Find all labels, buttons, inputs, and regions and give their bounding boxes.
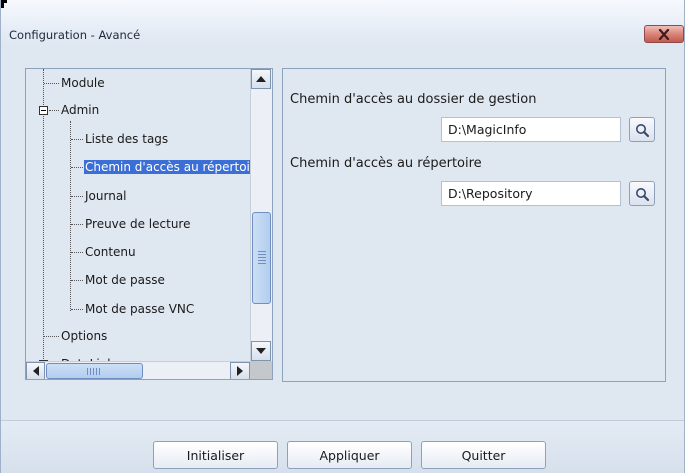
tree-item-label: Contenu [85,245,136,259]
apply-button[interactable]: Appliquer [287,441,412,469]
grip-line [90,368,91,375]
arrow-down-icon [256,348,266,354]
collapse-icon[interactable] [39,106,48,115]
tree-item-label: Mot de passe [85,273,165,287]
corner-mark [1,0,7,3]
grip-line [87,368,88,375]
tree-item-tag-list[interactable]: Liste des tags [84,129,169,149]
grip-line [258,257,266,258]
magnifier-icon [636,187,649,201]
title-bar[interactable]: Configuration - Avancé [1,0,684,44]
scroll-right-button[interactable] [230,362,250,379]
tree-item-label: Preuve de lecture [85,217,191,231]
tree-item-module[interactable]: Module [60,73,106,93]
browse-management-folder-button[interactable] [629,117,655,142]
tree-item-journal[interactable]: Journal [84,186,128,206]
grip-line [99,368,100,375]
tree-connector [44,336,59,337]
scroll-up-button[interactable] [251,69,271,89]
tree-item-vnc-password[interactable]: Mot de passe VNC [84,299,195,319]
tree-item-content[interactable]: Contenu [84,242,137,262]
tree-connector [49,110,59,111]
grip-line [258,260,266,261]
vertical-scroll-thumb[interactable] [252,212,271,304]
arrow-up-icon [256,76,266,82]
close-button[interactable] [644,25,684,43]
grip-line [93,368,94,375]
grip-line [258,251,266,252]
tree-item-label: Liste des tags [85,132,169,146]
repository-label: Chemin d'accès au répertoire [290,156,482,171]
quit-button[interactable]: Quitter [421,441,546,469]
tree-item-label: Journal [85,189,127,203]
horizontal-scrollbar[interactable] [26,361,250,379]
settings-tree[interactable]: Module Admin Liste des tags Chemin d'acc… [25,68,273,380]
tree-item-label: Chemin d'accès au répertoi [84,160,251,174]
repository-input[interactable] [441,181,621,206]
magnifier-icon [636,123,649,137]
arrow-left-icon [32,366,39,376]
tree-item-proof-of-play[interactable]: Preuve de lecture [84,214,191,234]
close-icon [658,28,670,40]
horizontal-scroll-thumb[interactable] [46,363,143,379]
arrow-right-icon [237,366,243,376]
settings-panel: Chemin d'accès au dossier de gestion Che… [282,68,666,382]
tree-connector [71,252,83,253]
tree-connector [71,309,83,310]
grip-line [258,254,266,255]
tree-connector [71,167,83,168]
tree-connector [71,224,83,225]
grip-line [258,263,266,264]
tree-item-label: Module [61,76,105,90]
grip-line [96,368,97,375]
tree-item-label: Mot de passe VNC [85,302,195,316]
vertical-scrollbar[interactable] [250,69,272,361]
tree-item-password[interactable]: Mot de passe [84,270,166,290]
window-title: Configuration - Avancé [9,28,141,42]
tree-connector [70,121,71,311]
tree-connector [44,83,59,84]
browse-repository-button[interactable] [629,181,655,206]
tree-item-label: Options [61,329,108,343]
scroll-left-button[interactable] [26,362,45,379]
tree-item-repository-path[interactable]: Chemin d'accès au répertoi [84,157,251,177]
tree-connector [71,280,83,281]
tree-connector [71,196,83,197]
scroll-down-button[interactable] [251,341,271,361]
management-folder-input[interactable] [441,117,621,142]
tree-item-admin[interactable]: Admin [60,100,100,120]
tree-item-options[interactable]: Options [60,326,108,346]
tree-connector [71,139,83,140]
tree-item-label: Admin [61,103,100,117]
scrollbar-corner [250,361,272,379]
management-folder-label: Chemin d'accès au dossier de gestion [290,92,537,107]
config-window: Configuration - Avancé Module Admin List… [0,0,685,473]
reset-button[interactable]: Initialiser [153,441,278,469]
